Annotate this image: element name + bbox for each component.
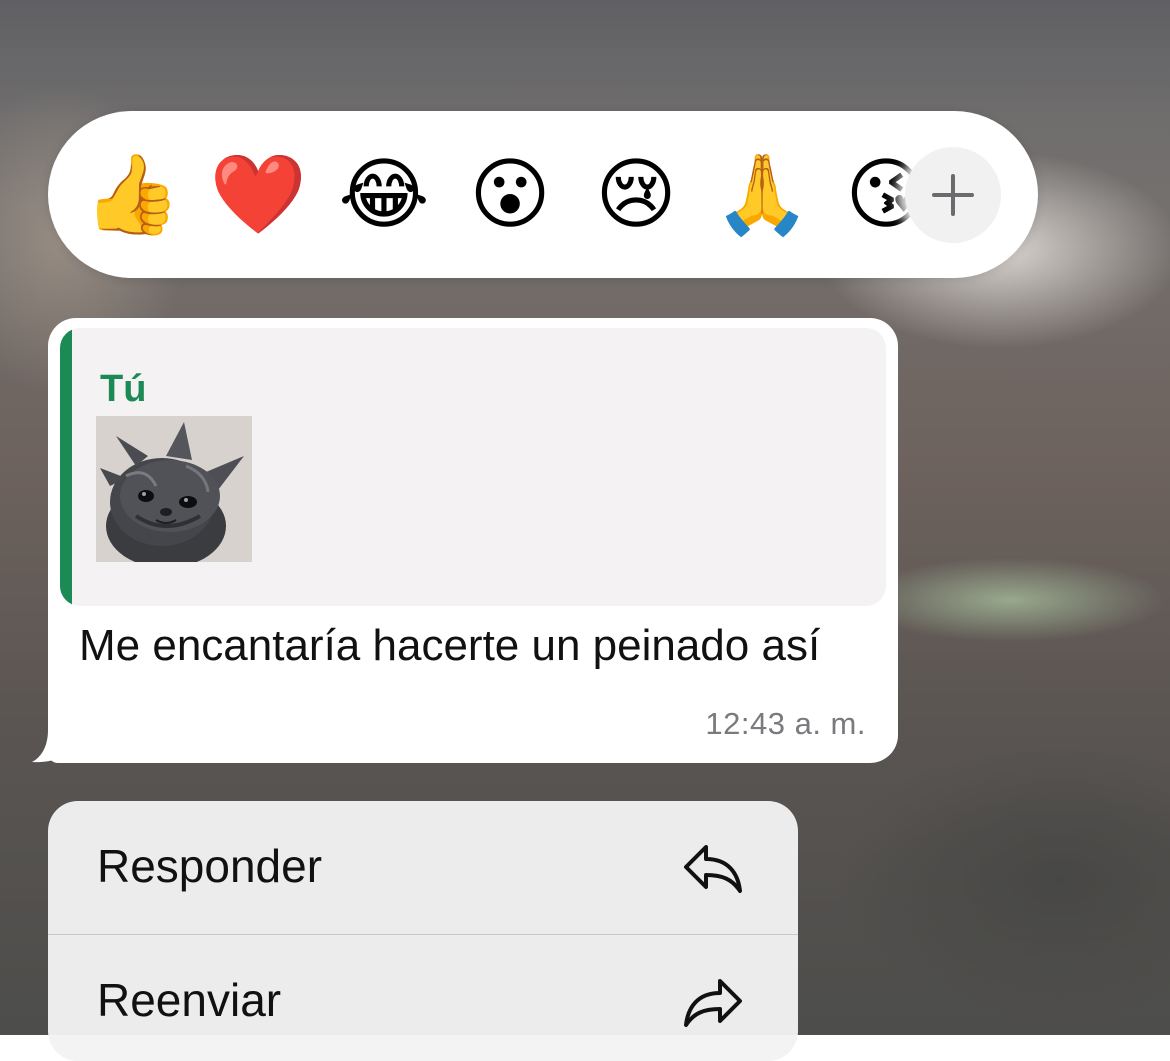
quote-image-thumbnail — [96, 416, 252, 562]
folded-hands-icon: 🙏 — [713, 150, 811, 240]
heart-icon: ❤️ — [209, 150, 307, 240]
message-bubble[interactable]: Tú Me encantaría hacerte un peinado así … — [48, 318, 898, 763]
menu-item-forward[interactable]: Reenviar — [48, 935, 798, 1061]
tears-of-joy-icon: 😂 — [338, 150, 430, 240]
quote-author: Tú — [100, 368, 147, 410]
reaction-crying[interactable]: 😢 — [581, 140, 691, 250]
quoted-message[interactable]: Tú — [60, 328, 886, 606]
reaction-thumbs-up[interactable]: 👍 — [77, 140, 187, 250]
message-text: Me encantaría hacerte un peinado así — [79, 621, 821, 670]
reaction-bar: 👍 ❤️ 😂 😮 😢 🙏 😘 — [48, 111, 1038, 278]
reaction-tears-of-joy[interactable]: 😂 — [329, 140, 439, 250]
astonished-face-icon: 😮 — [469, 150, 551, 240]
menu-item-label: Reenviar — [97, 974, 282, 1026]
thumbs-up-icon: 👍 — [83, 150, 181, 240]
message-timestamp: 12:43 a. m. — [705, 706, 866, 741]
reaction-astonished[interactable]: 😮 — [455, 140, 565, 250]
forward-arrow-icon — [684, 979, 742, 1027]
reply-arrow-icon — [684, 845, 742, 893]
quote-accent-bar — [60, 328, 72, 606]
more-reactions-button[interactable] — [905, 147, 1001, 243]
crying-face-icon: 😢 — [595, 150, 677, 240]
menu-item-label: Responder — [97, 840, 323, 892]
kitten-photo — [96, 416, 252, 562]
reaction-folded-hands[interactable]: 🙏 — [707, 140, 817, 250]
reaction-red-heart[interactable]: ❤️ — [203, 140, 313, 250]
context-menu: Responder Reenviar — [48, 801, 798, 1061]
menu-item-reply[interactable]: Responder — [48, 801, 798, 935]
